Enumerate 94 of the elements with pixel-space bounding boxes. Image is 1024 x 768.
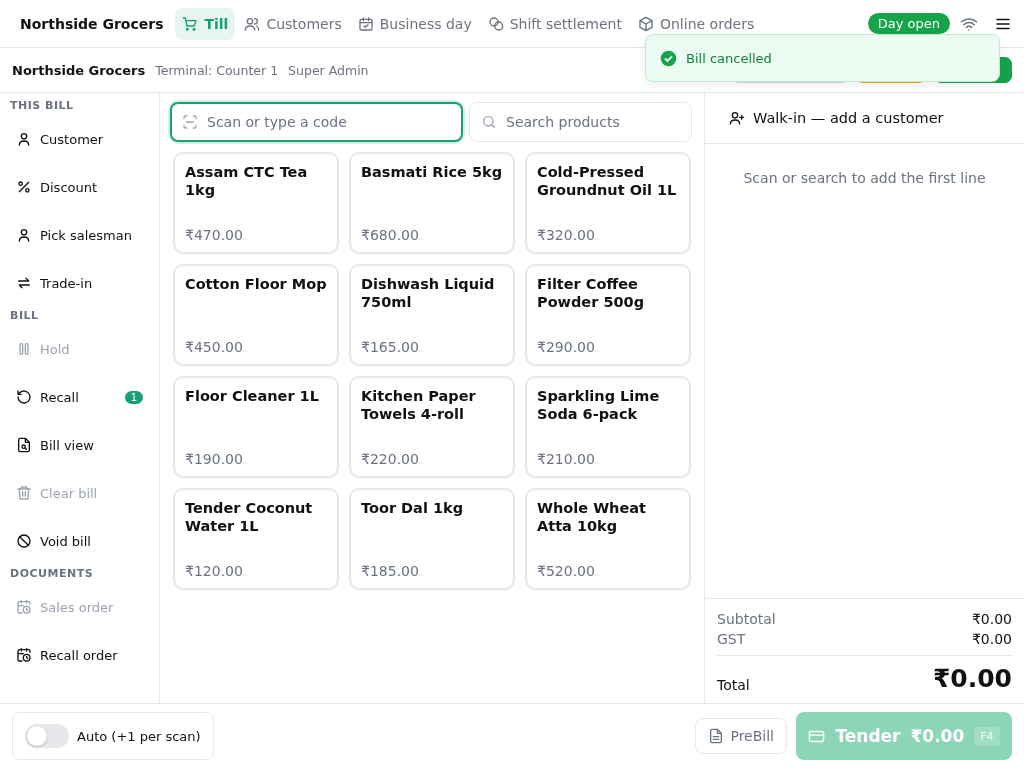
brand-name: Northside Grocers xyxy=(20,15,164,32)
product-card[interactable]: Basmati Rice 5kg ₹680.00 xyxy=(349,152,515,254)
product-name: Dishwash Liquid 750ml xyxy=(361,275,496,311)
add-customer-button[interactable]: Walk-in — add a customer xyxy=(705,93,1024,144)
rotate-icon xyxy=(16,389,32,405)
percent-icon xyxy=(16,179,32,195)
count-badge: 1 xyxy=(124,390,143,404)
nav-tab[interactable]: Shift settlement xyxy=(480,7,629,40)
product-card[interactable]: Cold-Pressed Groundnut Oil 1L ₹320.00 xyxy=(525,152,691,254)
product-name: Tender Coconut Water 1L xyxy=(185,499,314,535)
nav-tab[interactable]: Online orders xyxy=(630,7,762,40)
store-name: Northside Grocers xyxy=(12,62,146,78)
product-name: Assam CTC Tea 1kg xyxy=(185,163,309,199)
product-price: ₹185.00 xyxy=(361,563,420,579)
product-price: ₹290.00 xyxy=(537,339,596,355)
section-heading: THIS BILL xyxy=(9,99,75,114)
cart-icon xyxy=(182,15,199,32)
product-card[interactable]: Floor Cleaner 1L ₹190.00 xyxy=(173,376,339,478)
nav-tab[interactable]: Customers xyxy=(237,7,349,40)
product-price: ₹680.00 xyxy=(361,227,420,243)
product-price: ₹210.00 xyxy=(537,451,596,467)
product-card[interactable]: Assam CTC Tea 1kg ₹470.00 xyxy=(173,152,339,254)
product-price: ₹320.00 xyxy=(537,227,596,243)
product-price: ₹190.00 xyxy=(185,451,244,467)
toggle-label: Auto (+1 per scan) xyxy=(77,728,201,744)
product-price: ₹470.00 xyxy=(185,227,244,243)
product-card[interactable]: Tender Coconut Water 1L ₹120.00 xyxy=(173,488,339,590)
product-price: ₹520.00 xyxy=(537,563,596,579)
document-search-icon xyxy=(16,437,32,453)
product-name: Toor Dal 1kg xyxy=(361,499,465,517)
product-name: Kitchen Paper Towels 4-roll xyxy=(361,387,477,423)
check-circle-icon xyxy=(660,49,677,67)
product-name: Cold-Pressed Groundnut Oil 1L xyxy=(537,163,678,199)
auto-toggle[interactable]: Auto (+1 per scan) xyxy=(12,712,214,760)
search-icon xyxy=(481,114,497,130)
product-name: Floor Cleaner 1L xyxy=(185,387,320,405)
calendar-icon xyxy=(357,15,374,32)
user-add-icon xyxy=(729,110,745,126)
swap-arrows-icon xyxy=(16,275,32,291)
calendar-clock-icon xyxy=(16,647,32,663)
box-icon xyxy=(637,15,654,32)
sidebar-item[interactable]: Discount xyxy=(0,163,159,211)
status-badge: Day open xyxy=(867,13,950,34)
product-card[interactable]: Kitchen Paper Towels 4-roll ₹220.00 xyxy=(349,376,515,478)
subtotal-label: Subtotal xyxy=(717,610,776,629)
product-name: Basmati Rice 5kg xyxy=(361,163,503,181)
product-name: Cotton Floor Mop xyxy=(185,275,327,293)
section-heading: BILL xyxy=(9,309,40,324)
product-card[interactable]: Toor Dal 1kg ₹185.00 xyxy=(349,488,515,590)
sidebar-item[interactable]: Void bill xyxy=(0,517,159,565)
subtotal-value: ₹0.00 xyxy=(971,610,1012,629)
total-label: Total xyxy=(717,677,750,693)
trash-icon xyxy=(16,485,32,501)
product-price: ₹220.00 xyxy=(361,451,420,467)
product-card[interactable]: Filter Coffee Powder 500g ₹290.00 xyxy=(525,264,691,366)
sidebar-item[interactable]: Bill view xyxy=(0,421,159,469)
product-card[interactable]: Whole Wheat Atta 10kg ₹520.00 xyxy=(525,488,691,590)
user-label: Super Admin xyxy=(288,62,369,78)
toast-message: Bill cancelled xyxy=(686,50,772,66)
nav-tab[interactable]: Business day xyxy=(350,7,479,40)
user-icon xyxy=(16,227,32,243)
calendar-clock-icon xyxy=(16,599,32,615)
product-price: ₹165.00 xyxy=(361,339,420,355)
product-card[interactable]: Dishwash Liquid 750ml ₹165.00 xyxy=(349,264,515,366)
product-card[interactable]: Cotton Floor Mop ₹450.00 xyxy=(173,264,339,366)
shortcut-key: F4 xyxy=(974,726,1000,746)
document-icon xyxy=(708,728,725,744)
scan-icon xyxy=(182,114,198,130)
total-value: ₹0.00 xyxy=(932,664,1012,693)
prebill-button[interactable]: PreBill xyxy=(695,718,787,754)
tax-value: ₹0.00 xyxy=(971,630,1012,649)
coins-icon xyxy=(487,15,504,32)
user-icon xyxy=(16,131,32,147)
pause-icon xyxy=(16,341,32,357)
product-name: Whole Wheat Atta 10kg xyxy=(537,499,647,535)
users-icon xyxy=(244,15,261,32)
scan-field[interactable]: Scan or type a code xyxy=(170,102,463,142)
tax-label: GST xyxy=(717,630,746,649)
sidebar-item[interactable]: Recall 1 xyxy=(0,373,159,421)
search-field[interactable]: Search products xyxy=(469,102,692,142)
ban-icon xyxy=(16,533,32,549)
sidebar-item[interactable]: Pick salesman xyxy=(0,211,159,259)
empty-cart-message: Scan or search to add the first line xyxy=(743,170,986,186)
product-price: ₹450.00 xyxy=(185,339,244,355)
product-price: ₹120.00 xyxy=(185,563,244,579)
product-card[interactable]: Sparkling Lime Soda 6-pack ₹210.00 xyxy=(525,376,691,478)
toggle-switch[interactable] xyxy=(25,724,69,748)
sidebar-item[interactable]: Recall order xyxy=(0,631,159,679)
section-heading: DOCUMENTS xyxy=(9,567,95,582)
terminal-label: Terminal: Counter 1 xyxy=(155,62,279,78)
sidebar-item[interactable]: Customer xyxy=(0,115,159,163)
product-name: Sparkling Lime Soda 6-pack xyxy=(537,387,661,423)
product-name: Filter Coffee Powder 500g xyxy=(537,275,646,311)
sidebar-item[interactable]: Trade-in xyxy=(0,259,159,307)
